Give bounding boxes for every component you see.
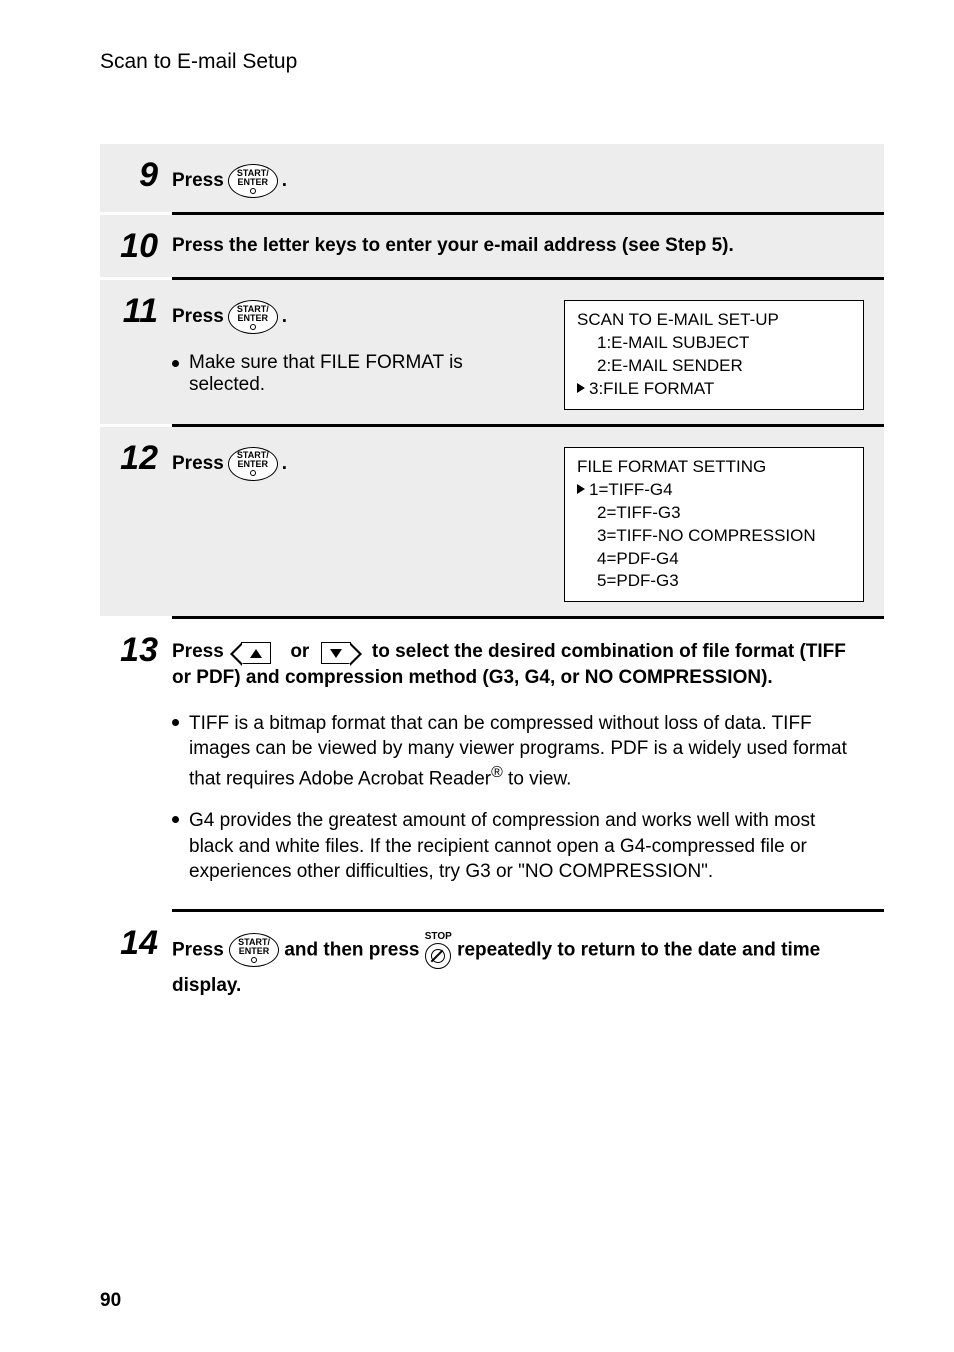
text: Press: [172, 641, 229, 662]
start-enter-button-icon: START/ ENTER: [228, 300, 278, 334]
bullet-item: G4 provides the greatest amount of compr…: [172, 808, 864, 885]
bullet-icon: [172, 360, 179, 367]
start-enter-button-icon: START/ ENTER: [229, 933, 279, 967]
text: to select the desired combination of fil…: [172, 641, 846, 688]
press-label: Press: [172, 453, 224, 475]
step-10: 10 Press the letter keys to enter your e…: [100, 215, 884, 277]
step-13: 13 Press or to select the desired combin…: [100, 619, 884, 909]
step-10-text: Press the letter keys to enter your e-ma…: [172, 235, 864, 257]
bullet-item: TIFF is a bitmap format that can be comp…: [172, 711, 864, 792]
down-arrow-icon: [321, 642, 351, 664]
pointer-icon: [577, 484, 585, 494]
step-number: 10: [100, 229, 172, 263]
step-11: 11 Press START/ ENTER . Make sure that F…: [100, 280, 884, 424]
step-number: 14: [100, 926, 172, 1003]
step-9: 9 Press START/ ENTER .: [100, 144, 884, 212]
page-header: Scan to E-mail Setup: [100, 50, 884, 74]
step-number: 11: [100, 294, 172, 410]
start-enter-button-icon: START/ ENTER: [228, 164, 278, 198]
pointer-icon: [577, 383, 585, 393]
bullet-item: Make sure that FILE FORMAT is selected.: [172, 352, 544, 396]
step-number: 13: [100, 633, 172, 885]
bullet-icon: [172, 719, 179, 726]
text: and then press: [284, 940, 424, 961]
press-label: Press: [172, 306, 224, 328]
stop-button-icon: STOP: [425, 932, 452, 969]
display-box: SCAN TO E-MAIL SET-UP 1:E-MAIL SUBJECT 2…: [564, 300, 864, 410]
text: or: [290, 641, 314, 662]
start-enter-button-icon: START/ ENTER: [228, 447, 278, 481]
step-number: 9: [100, 158, 172, 198]
period: .: [282, 306, 287, 328]
press-label: Press: [172, 170, 224, 192]
period: .: [282, 453, 287, 475]
step-number: 12: [100, 441, 172, 603]
period: .: [282, 170, 287, 192]
bullet-icon: [172, 816, 179, 823]
page-number: 90: [100, 1290, 121, 1312]
text: Press: [172, 940, 229, 961]
display-box: FILE FORMAT SETTING 1=TIFF-G4 2=TIFF-G3 …: [564, 447, 864, 603]
up-arrow-icon: [241, 642, 271, 664]
step-12: 12 Press START/ ENTER . FILE FORMAT SETT…: [100, 427, 884, 617]
step-14: 14 Press START/ ENTER and then press STO…: [100, 912, 884, 1027]
